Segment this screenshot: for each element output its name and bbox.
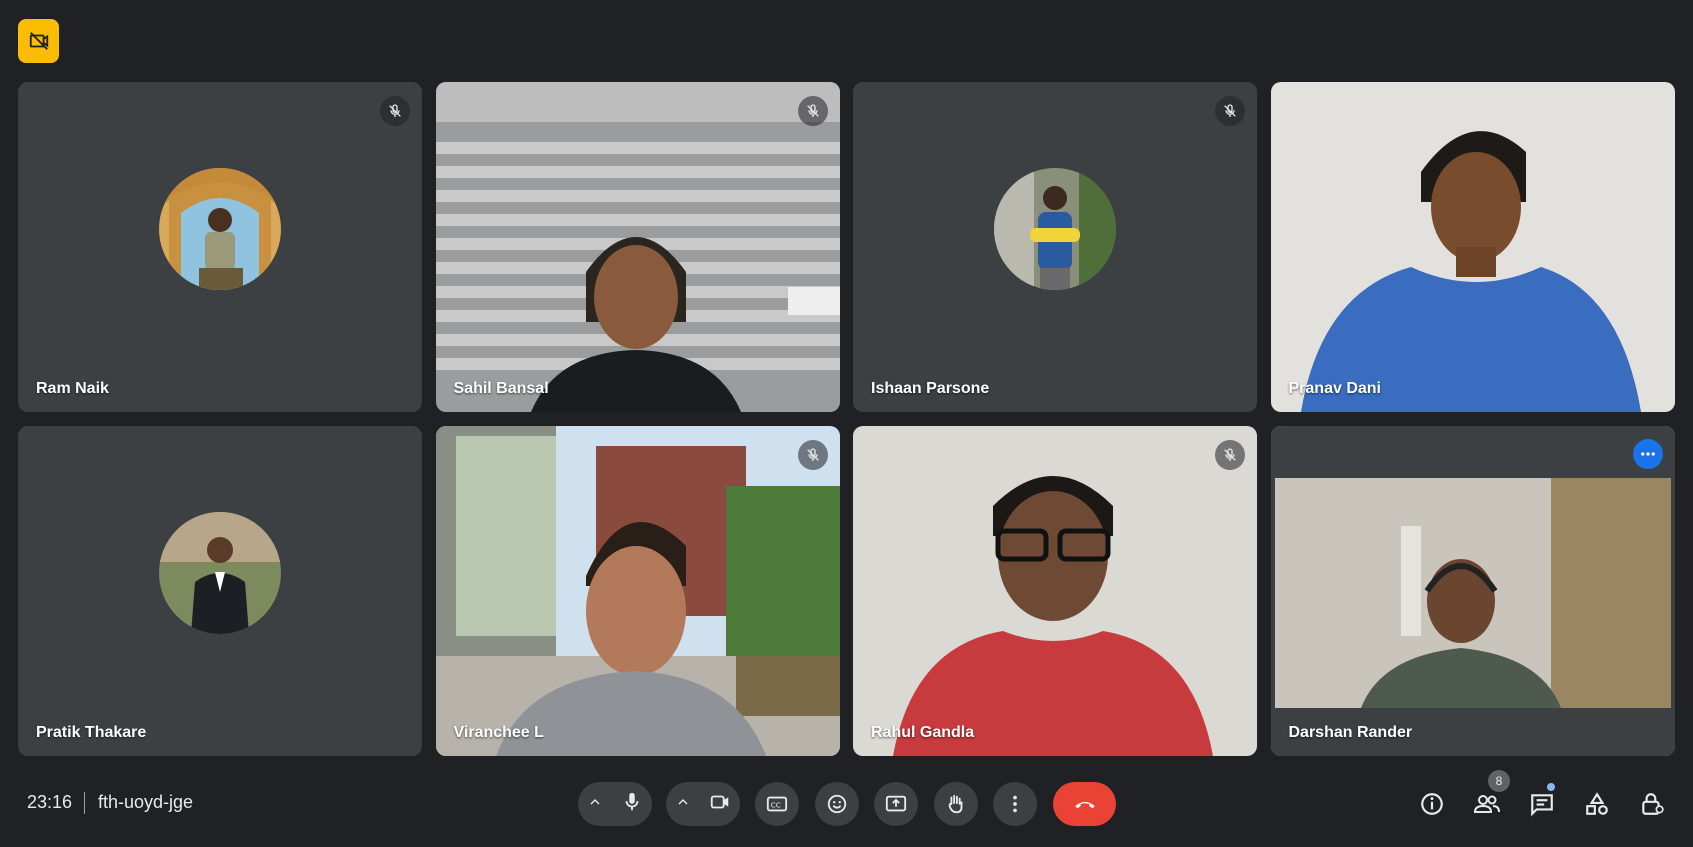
participant-tile-self[interactable]: Darshan Rander (1270, 426, 1675, 756)
present-button[interactable] (874, 782, 918, 826)
activities-icon (1586, 792, 1608, 815)
captions-icon: CC (766, 796, 788, 812)
more-options-icon (1640, 452, 1655, 456)
participant-grid: Ram Naik Sahil Bansal Ishaan Parsone Pra… (18, 82, 1676, 758)
emoji-icon (827, 794, 847, 814)
end-call-icon (1074, 801, 1095, 809)
mic-off-icon (1224, 448, 1236, 461)
participant-video (853, 426, 1257, 756)
more-options-button[interactable] (993, 782, 1037, 826)
mic-off-icon (389, 104, 401, 117)
participant-video (1270, 82, 1675, 412)
bottom-bar: 23:16 fth-uoyd-jge CC 8 (0, 770, 1693, 836)
svg-text:CC: CC (771, 801, 781, 810)
audio-options-button[interactable] (587, 794, 603, 815)
participant-name: Darshan Rander (1288, 724, 1413, 741)
chevron-up-icon (678, 798, 688, 804)
participant-tile[interactable]: Pratik Thakare (18, 426, 422, 756)
host-controls-icon (1642, 793, 1664, 815)
no-video-badge-icon (29, 32, 48, 50)
raise-hand-button[interactable] (934, 782, 978, 826)
participant-video (1270, 426, 1675, 756)
mic-off-indicator (1215, 440, 1245, 470)
chevron-up-icon (590, 798, 600, 804)
participant-tile[interactable]: Sahil Bansal (435, 82, 840, 412)
participant-name: Viranchee L (453, 724, 544, 741)
mic-toggle-button[interactable] (621, 791, 643, 818)
avatar (994, 168, 1116, 290)
participant-tile[interactable]: Viranchee L (435, 426, 840, 756)
mic-icon (625, 792, 639, 810)
participant-video (435, 426, 840, 756)
mic-off-icon (806, 104, 819, 117)
host-controls-button[interactable] (1634, 786, 1670, 822)
camera-icon (710, 795, 729, 808)
people-icon (1473, 795, 1500, 813)
captions-button[interactable]: CC (755, 782, 799, 826)
more-vert-icon (1013, 795, 1017, 813)
leave-call-button[interactable] (1053, 782, 1116, 826)
audio-control (578, 782, 652, 826)
mic-off-indicator (797, 96, 828, 126)
meeting-code: fth-uoyd-jge (98, 792, 194, 812)
info-icon (1421, 793, 1443, 815)
participant-tile[interactable]: Pranav Dani (1270, 82, 1675, 412)
mic-off-indicator (1215, 96, 1245, 126)
participant-name: Pranav Dani (1288, 380, 1381, 397)
mic-off-icon (1224, 104, 1236, 117)
raise-hand-icon (948, 794, 963, 814)
participant-name: Rahul Gandla (871, 724, 975, 741)
participant-tile[interactable]: Ishaan Parsone (853, 82, 1257, 412)
camera-toggle-button[interactable] (709, 791, 731, 818)
participant-name: Sahil Bansal (453, 380, 549, 397)
mic-off-indicator (797, 440, 828, 470)
participant-tile[interactable]: Rahul Gandla (853, 426, 1257, 756)
avatar (159, 512, 281, 634)
participant-name: Ishaan Parsone (871, 380, 990, 397)
video-control (666, 782, 740, 826)
chat-notification-dot (1547, 783, 1555, 791)
avatar (159, 168, 281, 290)
mic-off-indicator (380, 96, 410, 126)
chat-button[interactable] (1524, 786, 1560, 822)
activities-button[interactable] (1579, 786, 1615, 822)
meeting-time: 23:16 (27, 792, 73, 812)
emoji-button[interactable] (815, 782, 859, 826)
chat-icon (1531, 794, 1553, 817)
participant-tile[interactable]: Ram Naik (18, 82, 422, 412)
mic-off-icon (806, 448, 819, 461)
participant-name: Ram Naik (36, 380, 109, 397)
divider (84, 792, 85, 814)
participant-name: Pratik Thakare (36, 724, 147, 741)
participant-video (435, 82, 840, 412)
no-video-badge[interactable] (18, 19, 59, 63)
participant-count-badge: 8 (1488, 770, 1510, 792)
video-options-button[interactable] (675, 794, 691, 815)
present-icon (885, 795, 907, 812)
participant-options-button[interactable] (1632, 439, 1663, 469)
meeting-details-button[interactable] (1414, 786, 1450, 822)
